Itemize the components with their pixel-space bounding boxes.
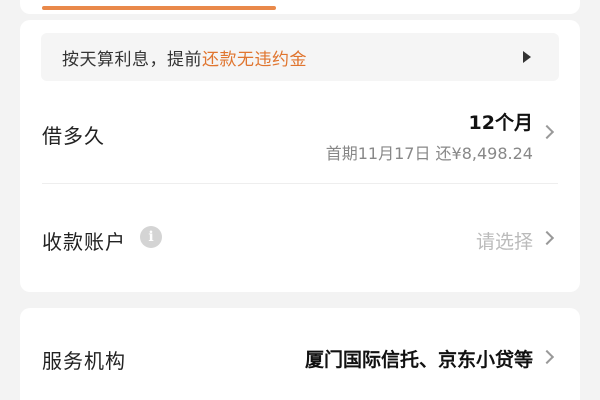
- active-tab-indicator: [42, 6, 276, 10]
- receive-account-placeholder: 请选择: [475, 231, 533, 253]
- chevron-right-icon: [539, 124, 555, 140]
- service-institution-card: 服务机构 厦门国际信托、京东小贷等: [20, 308, 580, 400]
- notice-text: 按天算利息，提前: [62, 49, 202, 70]
- first-repayment-info: 首期11月17日 还¥8,498.24: [325, 144, 533, 163]
- service-institution-label: 服务机构: [42, 349, 126, 373]
- loan-details-card: 按天算利息，提前 还款无违约金 借多久 12个月 首期11月17日 还¥8,498…: [20, 20, 580, 292]
- loan-application-page: 按天算利息，提前 还款无违约金 借多久 12个月 首期11月17日 还¥8,498…: [0, 0, 600, 400]
- repayment-notice-banner[interactable]: 按天算利息，提前 还款无违约金: [41, 33, 559, 81]
- divider: [42, 183, 558, 184]
- play-triangle-icon: [523, 51, 531, 63]
- loan-term-label: 借多久: [42, 124, 105, 148]
- chevron-right-icon: [539, 349, 555, 365]
- chevron-right-icon: [539, 230, 555, 246]
- loan-term-value: 12个月: [468, 112, 533, 134]
- service-institution-value: 厦门国际信托、京东小贷等: [304, 349, 533, 371]
- receive-account-label: 收款账户: [42, 230, 126, 254]
- info-icon[interactable]: i: [140, 226, 162, 248]
- notice-highlight-text: 还款无违约金: [202, 49, 307, 70]
